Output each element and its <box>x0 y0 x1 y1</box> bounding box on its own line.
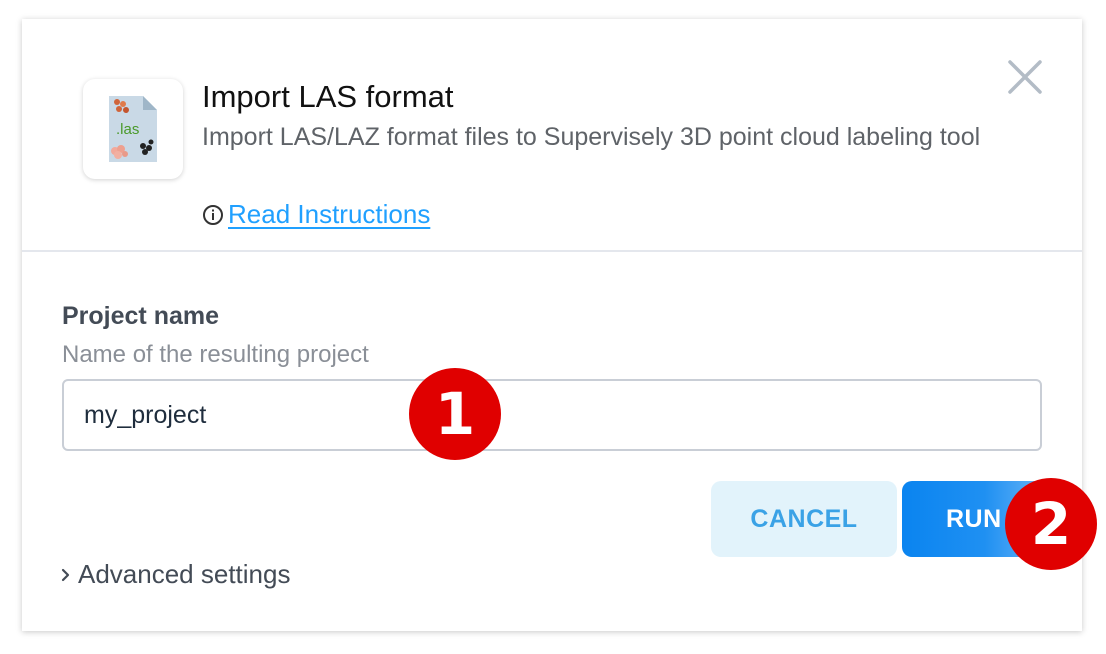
step-1-badge: 1 <box>409 368 501 460</box>
cancel-button[interactable]: CANCEL <box>711 481 897 557</box>
step-2-badge: 2 <box>1005 478 1097 570</box>
las-icon-label: .las <box>116 121 139 138</box>
chevron-right-icon <box>60 565 72 585</box>
advanced-settings-label[interactable]: Advanced settings <box>78 559 290 590</box>
app-title: Import LAS format <box>202 79 454 114</box>
project-name-input[interactable] <box>62 379 1042 451</box>
advanced-settings-toggle[interactable]: Advanced settings <box>60 559 290 590</box>
close-icon[interactable] <box>1005 57 1045 97</box>
read-instructions-label[interactable]: Read Instructions <box>228 199 430 230</box>
project-name-help: Name of the resulting project <box>62 341 369 368</box>
project-name-label: Project name <box>62 302 220 330</box>
app-description: Import LAS/LAZ format files to Supervise… <box>202 123 981 151</box>
las-file-icon: .las <box>109 96 157 162</box>
info-circle-icon <box>202 204 224 226</box>
app-icon-tile: .las <box>83 79 183 179</box>
import-app-dialog: .las Import LAS format Import LAS/LAZ fo… <box>22 19 1097 631</box>
read-instructions-link[interactable]: Read Instructions <box>202 199 430 230</box>
dialog-header: .las Import LAS format Import LAS/LAZ fo… <box>22 19 1082 252</box>
